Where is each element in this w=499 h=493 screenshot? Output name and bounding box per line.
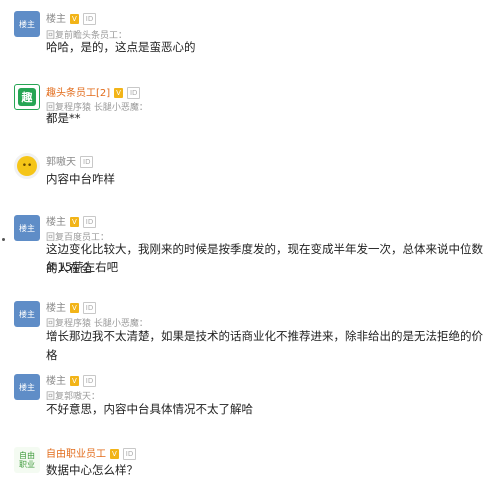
avatar[interactable]: 楼主 (14, 301, 40, 327)
comment-text: 增长那边我不太清楚，如果是技术的话商业化不推荐进来，除非给出的是无法拒绝的价格 (46, 329, 483, 362)
username-text[interactable]: 楼主 (46, 376, 66, 387)
username[interactable]: 趣头条员工[2] V ID (46, 84, 141, 99)
avatar-label: 楼主 (19, 309, 35, 319)
avatar-label: 楼主 (19, 382, 35, 392)
avatar[interactable]: 楼主 (14, 374, 40, 400)
username[interactable]: 郭嗷天 ID (46, 153, 94, 168)
username[interactable]: 自由职业员工 V ID (46, 445, 137, 460)
verified-badge: V (114, 88, 123, 98)
verified-badge: V (70, 303, 79, 313)
id-badge: ID (82, 13, 97, 25)
verified-badge: V (70, 14, 79, 24)
username-text[interactable]: 自由职业员工 (46, 449, 106, 460)
username[interactable]: 楼主 V ID (46, 10, 97, 25)
username[interactable]: 楼主 V ID (46, 213, 97, 228)
id-badge: ID (80, 156, 94, 168)
avatar-label: 楼主 (19, 19, 35, 29)
comment-text: 都是** (46, 111, 81, 125)
verified-badge: V (110, 449, 119, 459)
avatar[interactable]: 楼主 (14, 215, 40, 241)
id-badge: ID (82, 216, 97, 228)
id-badge: ID (82, 375, 97, 387)
comment-text: 不好意思，内容中台具体情况不太了解哈 (46, 402, 253, 416)
username-text[interactable]: 楼主 (46, 303, 66, 314)
avatar[interactable]: •• (14, 153, 40, 179)
comment-text: 数据中心怎么样？ (46, 463, 138, 477)
avatar-label: 趣 (18, 88, 36, 106)
username[interactable]: 楼主 V ID (46, 372, 97, 387)
username-text[interactable]: 楼主 (46, 217, 66, 228)
username-text[interactable]: 趣头条员工[2] (46, 88, 110, 99)
avatar-label-line-2: 职业 (19, 460, 35, 469)
id-badge: ID (122, 448, 137, 460)
avatar-label: 楼主 (19, 223, 35, 233)
username[interactable]: 楼主 V ID (46, 299, 97, 314)
avatar-face: •• (17, 156, 37, 176)
avatar[interactable]: 楼主 (14, 11, 40, 37)
username-text[interactable]: 郭嗷天 (46, 157, 76, 168)
id-badge: ID (82, 302, 97, 314)
comment-text: 内容中台咋样 (46, 172, 115, 186)
verified-badge: V (70, 376, 79, 386)
username-text[interactable]: 楼主 (46, 14, 66, 25)
bullet-dot (2, 238, 5, 241)
avatar[interactable]: 自由 职业 (14, 447, 40, 473)
id-badge: ID (126, 87, 141, 99)
verified-badge: V (70, 217, 79, 227)
comment-text: 哈哈，是的，这点是蛮恶心的 (46, 40, 196, 54)
avatar[interactable]: 趣 (14, 84, 40, 110)
avatar-label-line-1: 自由 (19, 451, 35, 460)
comment-text-line-2: 年15薪左右吧 (46, 260, 119, 274)
